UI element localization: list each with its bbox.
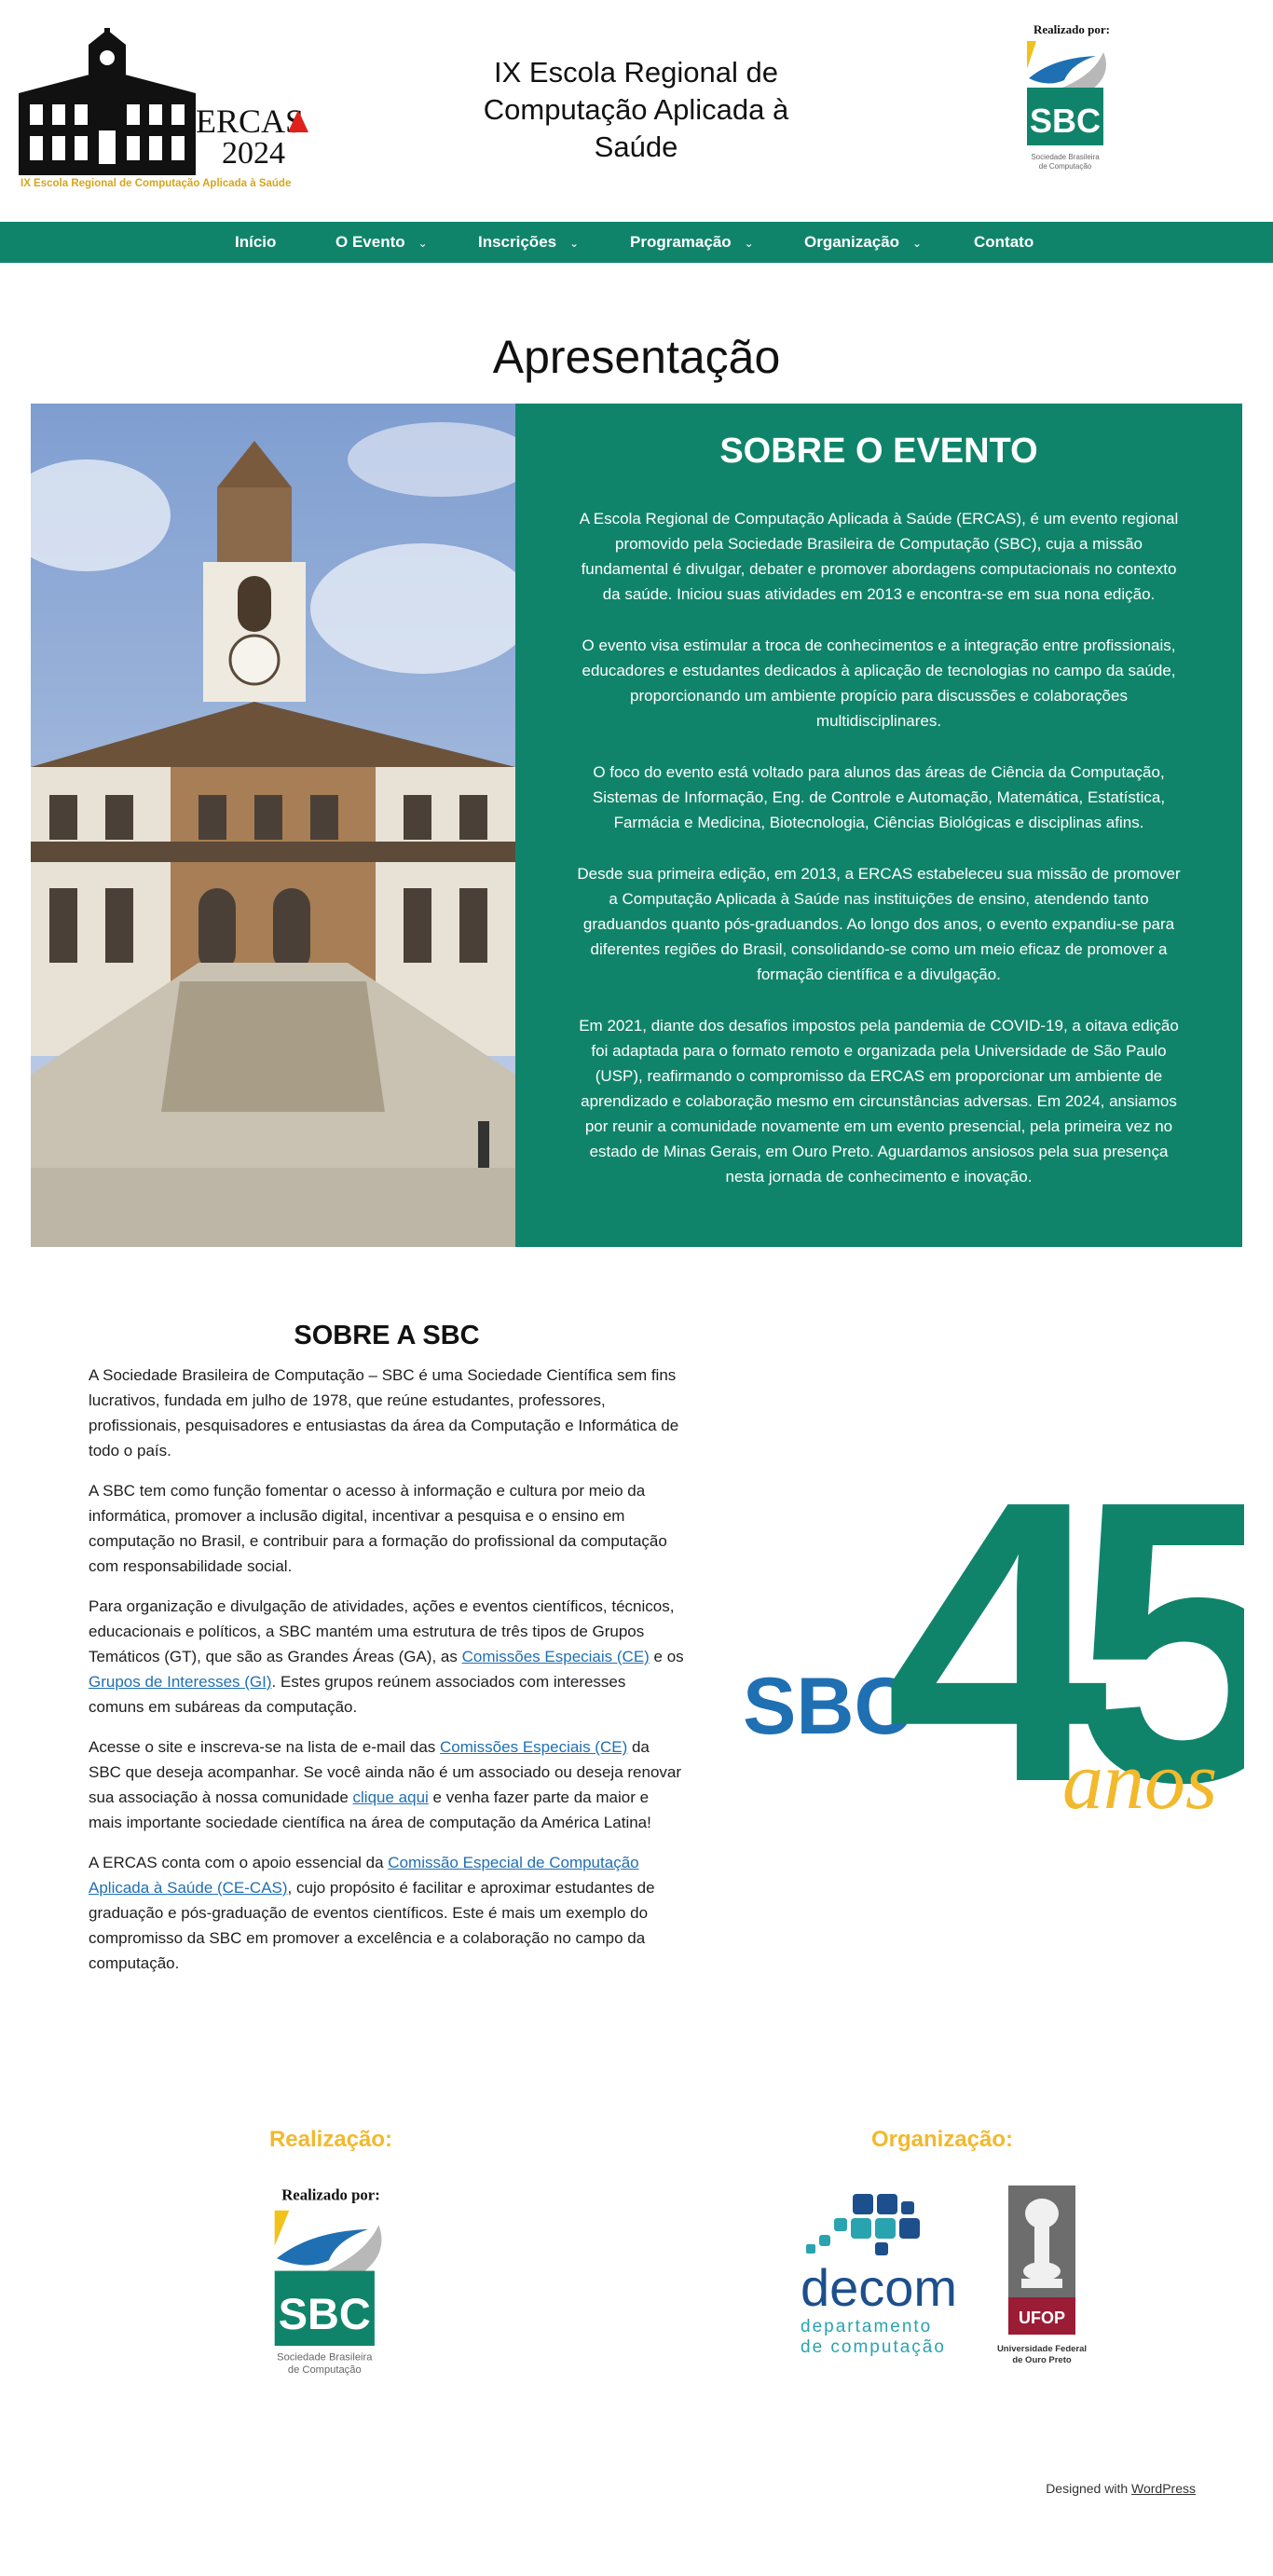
svg-text:de Computação: de Computação xyxy=(1039,162,1092,171)
svg-text:Sociedade Brasileira: Sociedade Brasileira xyxy=(277,2352,373,2364)
about-event-heading: SOBRE O EVENTO xyxy=(719,432,1038,471)
wordpress-link[interactable]: WordPress xyxy=(1131,2481,1196,2496)
chevron-down-icon[interactable]: ⌄ xyxy=(569,223,579,264)
sbc-logo-caption: Realizado por: xyxy=(1033,22,1110,36)
svg-text:departamento: departamento xyxy=(801,2317,932,2336)
about-event-paragraph: Desde sua primeira edição, em 2013, a ER… xyxy=(577,865,1181,983)
page-title: Apresentação xyxy=(492,330,781,383)
site-title[interactable]: IX Escola Regional de Computação Aplicad… xyxy=(438,54,834,166)
about-event-paragraph: A Escola Regional de Computação Aplicada… xyxy=(579,510,1179,603)
ercas-logo[interactable]: ERCAS 2024 IX Escola Regional de Computa… xyxy=(19,28,326,191)
organizacao-heading: Organização: xyxy=(870,2127,1014,2152)
building-photo xyxy=(31,404,515,1247)
ercas-logo-subtitle: IX Escola Regional de Computação Aplicad… xyxy=(21,178,291,189)
sbc-logo-mark: SBC xyxy=(279,2290,371,2338)
nav-item-o-evento[interactable]: O Evento ⌄ xyxy=(335,222,428,263)
svg-text:de computação: de computação xyxy=(801,2337,946,2357)
link-clique-aqui[interactable]: clique aqui xyxy=(353,1788,429,1806)
sbc-45-anos-logo: SBC 45 anos xyxy=(743,1463,1244,1836)
nav-item-programacao[interactable]: Programação ⌄ xyxy=(630,222,754,263)
sbc-logo-footer: Realizado por: SBC Sociedade Brasileira … xyxy=(274,2186,382,2376)
sbc45-word: anos xyxy=(1062,1736,1217,1827)
decom-name: decom xyxy=(801,2258,957,2317)
ufop-mark: UFOP xyxy=(1019,2309,1065,2327)
about-sbc-paragraph: A SBC tem como função fomentar o acesso … xyxy=(89,1482,667,1575)
link-comissoes-especiais-ce[interactable]: Comissões Especiais (CE) xyxy=(440,1738,627,1756)
chevron-down-icon[interactable]: ⌄ xyxy=(745,223,754,264)
about-event-panel: SOBRE O EVENTO A Escola Regional de Comp… xyxy=(515,404,1242,1247)
decom-logo: decom departamento de computação xyxy=(801,2194,957,2357)
nav-item-contato[interactable]: Contato xyxy=(974,222,1033,263)
about-sbc-text: A Sociedade Brasileira de Computação – S… xyxy=(89,1363,685,1991)
sbc-logo-caption: Realizado por: xyxy=(281,2186,380,2204)
ercas-logo-text: ERCAS xyxy=(196,103,304,140)
decom-squares-icon xyxy=(806,2194,920,2255)
main-nav: Início O Evento ⌄ Inscrições ⌄ Programação… xyxy=(0,222,1273,263)
chevron-down-icon[interactable]: ⌄ xyxy=(418,223,428,264)
about-event-section: SOBRE O EVENTO A Escola Regional de Comp… xyxy=(31,404,1242,1247)
about-sbc-paragraph: Acesse o site e inscreva-se na lista de … xyxy=(89,1738,682,1831)
sbc-logo[interactable]: Realizado por: SBC Sociedade Brasileira … xyxy=(1016,22,1128,181)
about-sbc-paragraph: A ERCAS conta com o apoio essencial da C… xyxy=(89,1854,655,1972)
about-event-paragraph: Em 2021, diante dos desafios impostos pe… xyxy=(579,1017,1179,1185)
ufop-logo: UFOP Universidade Federal de Ouro Preto xyxy=(997,2185,1087,2365)
nav-item-organizacao[interactable]: Organização ⌄ xyxy=(804,222,922,263)
about-sbc-heading: SOBRE A SBC xyxy=(294,1321,480,1351)
about-event-paragraph: O foco do evento está voltado para aluno… xyxy=(592,763,1166,831)
svg-text:Sociedade Brasileira: Sociedade Brasileira xyxy=(1031,153,1100,161)
link-comissoes-especiais[interactable]: Comissões Especiais (CE) xyxy=(462,1648,650,1665)
svg-text:Universidade Federal: Universidade Federal xyxy=(997,2344,1087,2354)
link-grupos-de-interesses[interactable]: Grupos de Interesses (GI) xyxy=(89,1673,272,1691)
svg-text:de Computação: de Computação xyxy=(288,2364,362,2376)
nav-item-inicio[interactable]: Início xyxy=(235,222,276,263)
sbc-corner-icon xyxy=(274,2210,290,2246)
realizacao-heading: Realização: xyxy=(268,2127,393,2152)
nav-item-inscricoes[interactable]: Inscrições ⌄ xyxy=(478,222,579,263)
designed-with: Designed with WordPress xyxy=(1046,2481,1196,2496)
svg-text:de Ouro Preto: de Ouro Preto xyxy=(1012,2355,1072,2365)
about-sbc-paragraph: A Sociedade Brasileira de Computação – S… xyxy=(89,1366,679,1459)
sbc-logo-mark: SBC xyxy=(1030,102,1101,140)
chevron-down-icon[interactable]: ⌄ xyxy=(912,223,922,264)
about-sbc-paragraph: Para organização e divulgação de ativida… xyxy=(89,1597,684,1716)
about-event-paragraph: O evento visa estimular a troca de conhe… xyxy=(582,637,1176,730)
sbc-corner-icon xyxy=(1027,41,1036,69)
ercas-logo-year: 2024 xyxy=(222,136,285,171)
site-header: ERCAS 2024 IX Escola Regional de Computa… xyxy=(0,0,1273,222)
